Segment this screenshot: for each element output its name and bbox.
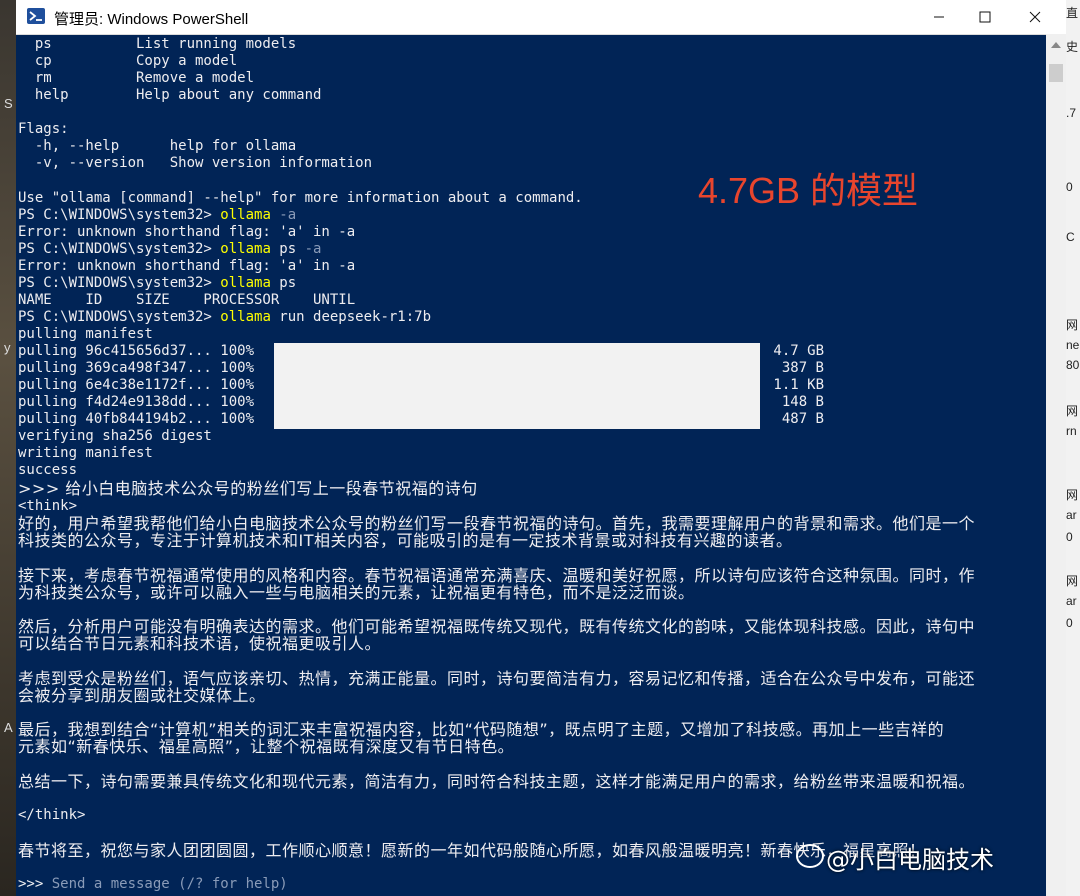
- console-line: success: [18, 462, 78, 478]
- command-arg: ps: [270, 275, 297, 291]
- console-line: Use "ollama [command] --help" for more i…: [18, 190, 583, 206]
- bg-fragment: 网: [1066, 574, 1079, 588]
- think-text: 接下来，考虑春节祝福通常使用的风格和内容。春节祝福语通常充满喜庆、温暖和美好祝愿…: [18, 566, 976, 585]
- bg-fragment: ar: [1066, 508, 1077, 522]
- console-line: writing manifest: [18, 445, 153, 461]
- close-icon: [1029, 11, 1041, 23]
- input-line[interactable]: >>> Send a message (/? for help): [18, 876, 288, 893]
- error-line: Error: unknown shorthand flag: 'a' in -a: [18, 258, 356, 274]
- prompt: PS C:\WINDOWS\system32>: [18, 207, 221, 223]
- window-title: 管理员: Windows PowerShell: [54, 11, 249, 28]
- bg-fragment: ne: [1066, 338, 1080, 352]
- command-flag: -a: [270, 207, 297, 223]
- user-question: >>> 给小白电脑技术公众号的粉丝们写上一段春节祝福的诗句: [18, 479, 478, 498]
- input-prompt: >>>: [18, 876, 52, 892]
- scroll-up-icon[interactable]: [1051, 42, 1061, 48]
- command-line: PS C:\WINDOWS\system32> ollama run deeps…: [18, 309, 431, 326]
- title-bar[interactable]: 管理员: Windows PowerShell: [16, 0, 1066, 35]
- bg-fragment: 网: [1066, 488, 1079, 502]
- desktop-fragment: y: [4, 340, 11, 355]
- pull-size: 387 B: [781, 360, 824, 376]
- bg-fragment: rn: [1066, 424, 1077, 438]
- console-line: -h, --help help for ollama: [18, 138, 297, 154]
- think-open-tag: <think>: [18, 498, 78, 514]
- think-text: 好的，用户希望我帮他们给小白电脑技术公众号的粉丝们写一段春节祝福的诗句。首先，我…: [18, 514, 976, 533]
- powershell-icon: [27, 8, 45, 24]
- powershell-window: 管理员: Windows PowerShell ps List running …: [16, 0, 1066, 896]
- think-close-tag: </think>: [18, 807, 86, 823]
- bg-fragment: 0: [1066, 530, 1073, 544]
- minimize-button[interactable]: [916, 0, 962, 34]
- command-flag: -a: [296, 241, 322, 257]
- command-arg: run deepseek-r1:7b: [270, 309, 432, 325]
- console-line: Flags:: [18, 121, 69, 137]
- console-line: ps List running models: [18, 36, 297, 52]
- pull-size: 487 B: [781, 411, 824, 427]
- bg-fragment: ar: [1066, 594, 1077, 608]
- pull-line: pulling 96c415656d37... 100%: [18, 343, 255, 359]
- desktop-left-edge: S y A: [0, 0, 16, 896]
- think-text: 考虑到受众是粉丝们，语气应该亲切、热情，充满正能量。同时，诗句要简洁有力，容易记…: [18, 669, 976, 688]
- think-text: 为科技类公众号，或许可以融入一些与电脑相关的元素，让祝福更有特色，而不是泛泛而谈…: [18, 583, 695, 602]
- command-line: PS C:\WINDOWS\system32> ollama ps -a: [18, 241, 321, 258]
- command-line: PS C:\WINDOWS\system32> ollama -a: [18, 207, 296, 224]
- think-text: 科技类的公众号，专注于计算机技术和IT相关内容，可能吸引的是有一定技术背景或对科…: [18, 531, 793, 550]
- console-line: pulling manifest: [18, 326, 153, 342]
- error-line: Error: unknown shorthand flag: 'a' in -a: [18, 224, 356, 240]
- command-name: ollama: [220, 207, 271, 223]
- command-arg: ps: [270, 241, 297, 257]
- bg-fragment: 0: [1066, 180, 1073, 194]
- bg-fragment: 0: [1066, 616, 1073, 630]
- command-name: ollama: [220, 309, 271, 325]
- prompt: PS C:\WINDOWS\system32>: [18, 241, 221, 257]
- pull-line: pulling 40fb844194b2... 100%: [18, 411, 255, 427]
- bg-fragment: 史: [1066, 40, 1079, 54]
- prompt: PS C:\WINDOWS\system32>: [18, 275, 221, 291]
- desktop-fragment: S: [4, 96, 13, 111]
- console-line: cp Copy a model: [18, 53, 238, 69]
- pull-line: pulling 6e4c38e1172f... 100%: [18, 377, 255, 393]
- model-answer: 春节将至，祝您与家人团团圆圆，工作顺心顺意！愿新的一年如代码般随心所愿，如春风般…: [18, 841, 926, 860]
- pull-size: 1.1 KB: [773, 377, 824, 393]
- prompt: PS C:\WINDOWS\system32>: [18, 309, 221, 325]
- table-header: NAME ID SIZE PROCESSOR UNTIL: [18, 292, 356, 308]
- watermark-text: @小白电脑技术: [826, 846, 994, 874]
- pull-size: 4.7 GB: [773, 343, 824, 359]
- pull-size: 148 B: [781, 394, 824, 410]
- desktop-fragment: A: [4, 720, 13, 735]
- maximize-icon: [979, 11, 991, 23]
- wechat-icon: [796, 844, 824, 868]
- console-line: -v, --version Show version information: [18, 155, 373, 171]
- close-button[interactable]: [1012, 0, 1058, 34]
- background-window-edge: 直 史 .7 0 C 网 ne 80 网 rn 网 ar 0 网 ar 0: [1066, 0, 1080, 896]
- maximize-button[interactable]: [962, 0, 1008, 34]
- console-line: rm Remove a model: [18, 70, 255, 86]
- console-line: verifying sha256 digest: [18, 428, 212, 444]
- annotation-text: 4.7GB 的模型: [698, 170, 919, 211]
- message-input-placeholder[interactable]: Send a message (/? for help): [52, 876, 288, 892]
- think-text: 总结一下，诗句需要兼具传统文化和现代元素，简洁有力，同时符合科技主题，这样才能满…: [18, 772, 976, 791]
- bg-fragment: 直: [1066, 6, 1079, 20]
- console-line: help Help about any command: [18, 87, 322, 103]
- pull-line: pulling 369ca498f347... 100%: [18, 360, 255, 376]
- think-text: 会被分享到朋友圈或社交媒体上。: [18, 686, 266, 705]
- scroll-thumb[interactable]: [1049, 64, 1063, 82]
- think-text: 然后，分析用户可能没有明确表达的需求。他们可能希望祝福既传统又现代，既有传统文化…: [18, 617, 976, 636]
- watermark: @小白电脑技术: [796, 840, 994, 875]
- command-name: ollama: [220, 241, 271, 257]
- command-name: ollama: [220, 275, 271, 291]
- bg-fragment: 网: [1066, 404, 1079, 418]
- vertical-scrollbar[interactable]: [1046, 34, 1066, 896]
- bg-fragment: 80: [1066, 358, 1080, 372]
- minimize-icon: [934, 16, 944, 18]
- pull-line: pulling f4d24e9138dd... 100%: [18, 394, 255, 410]
- bg-fragment: C: [1066, 230, 1075, 244]
- think-text: 最后，我想到结合“计算机”相关的词汇来丰富祝福内容，比如“代码随想”，既点明了主…: [18, 720, 945, 739]
- think-text: 元素如“新春快乐、福星高照”，让整个祝福既有深度又有节日特色。: [18, 737, 515, 756]
- progress-bar: [274, 343, 760, 429]
- command-line: PS C:\WINDOWS\system32> ollama ps: [18, 275, 296, 292]
- bg-fragment: .7: [1066, 106, 1077, 120]
- bg-fragment: 网: [1066, 318, 1079, 332]
- think-text: 可以结合节日元素和科技术语，使祝福更吸引人。: [18, 634, 382, 653]
